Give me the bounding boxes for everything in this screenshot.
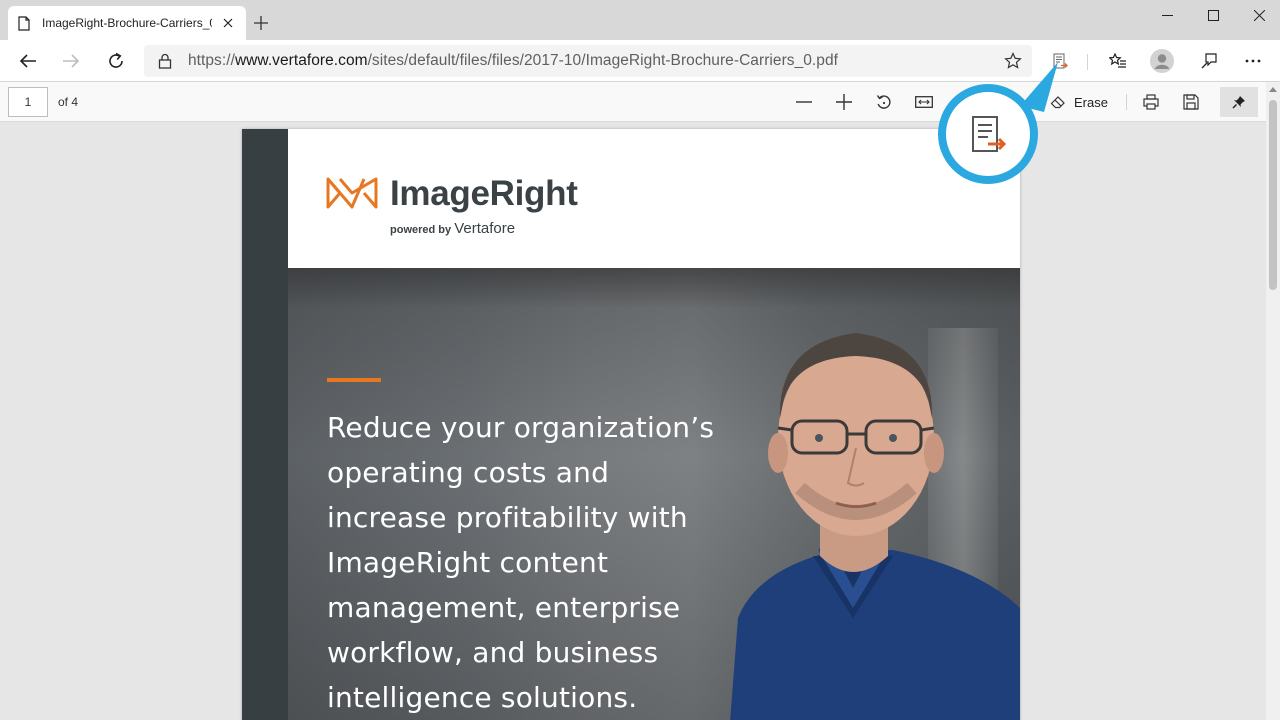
fit-page-icon (915, 96, 933, 108)
save-button[interactable] (1176, 87, 1206, 117)
refresh-button[interactable] (101, 46, 131, 76)
zoom-out-icon (796, 101, 812, 103)
read-aloud-icon (972, 116, 1007, 152)
document-icon (18, 15, 30, 31)
zoom-out-button[interactable] (789, 87, 819, 117)
logo-wordmark: ImageRight (390, 174, 578, 213)
hero-image: Reduce your organization’s operating cost… (288, 268, 1020, 720)
pdf-viewer: ImageRight powered by Vertafore Reduce y… (0, 122, 1266, 720)
zoom-in-icon (836, 94, 852, 110)
logo-header: ImageRight powered by Vertafore (288, 129, 1020, 268)
erase-label: Erase (1074, 94, 1108, 110)
tab-strip: ImageRight-Brochure-Carriers_0.pdf (0, 0, 1280, 40)
address-bar: https://www.vertafore.com/sites/default/… (0, 40, 1280, 82)
forward-arrow-icon (63, 54, 80, 68)
profile-button[interactable] (1147, 46, 1177, 76)
headline-line: increase profitability with (327, 501, 688, 534)
toolbar-divider (1087, 54, 1088, 70)
close-icon[interactable] (220, 15, 236, 31)
url-text: https://www.vertafore.com/sites/default/… (188, 52, 838, 70)
print-icon (1143, 94, 1159, 110)
headline-text: Reduce your organization’s operating cost… (327, 405, 747, 720)
headline-line: ImageRight content (327, 546, 609, 579)
refresh-icon (109, 52, 123, 68)
page-number-input[interactable]: 1 (8, 87, 48, 117)
logo-tagline: powered by Vertafore (390, 220, 515, 237)
minimize-icon (1161, 14, 1173, 16)
browser-tab-active[interactable]: ImageRight-Brochure-Carriers_0.pdf (8, 6, 246, 40)
headline-line: management, enterprise (327, 591, 681, 624)
favorites-button[interactable] (1103, 46, 1133, 76)
lock-icon[interactable] (158, 53, 172, 69)
url-path: /sites/default/files/files/2017-10/Image… (367, 52, 838, 69)
url-prefix: https:// (188, 52, 235, 69)
headline-line: Reduce your organization’s (327, 411, 715, 444)
profile-icon (1150, 49, 1174, 73)
headline-line: operating costs and (327, 456, 610, 489)
feedback-icon (1201, 53, 1217, 69)
maximize-icon (1207, 9, 1219, 21)
scroll-up-arrow-icon[interactable] (1266, 86, 1280, 98)
url-field[interactable]: https://www.vertafore.com/sites/default/… (144, 45, 1032, 77)
minimize-button[interactable] (1144, 0, 1190, 30)
imageright-logo-icon (326, 175, 378, 211)
rotate-button[interactable] (869, 87, 899, 117)
tab-title: ImageRight-Brochure-Carriers_0.pdf (42, 16, 212, 30)
new-tab-button[interactable] (250, 12, 272, 34)
logo-powered-by: powered by (390, 224, 452, 236)
vertical-scrollbar[interactable] (1266, 82, 1280, 720)
pin-icon (1232, 96, 1245, 109)
page-count: of 4 (58, 95, 79, 109)
zoom-in-button[interactable] (829, 87, 859, 117)
forward-button[interactable] (56, 46, 86, 76)
plus-icon (254, 16, 268, 30)
page-sidebar-band (242, 129, 288, 720)
print-button[interactable] (1136, 87, 1166, 117)
fit-page-button[interactable] (909, 87, 939, 117)
rotate-icon (876, 95, 891, 109)
pdf-toolbar: 1 of 4 Erase (0, 82, 1280, 122)
save-icon (1183, 94, 1199, 110)
maximize-button[interactable] (1190, 0, 1236, 30)
scroll-thumb[interactable] (1269, 100, 1277, 290)
pin-toolbar-button[interactable] (1220, 87, 1258, 117)
headline-line: intelligence solutions. (327, 681, 638, 714)
headline-line: workflow, and business (327, 636, 659, 669)
url-host: www.vertafore.com (234, 52, 368, 69)
logo-brand: Vertafore (454, 220, 516, 237)
window-close-icon (1253, 9, 1265, 21)
back-arrow-icon (19, 54, 36, 68)
feedback-button[interactable] (1194, 46, 1224, 76)
more-icon (1245, 59, 1261, 63)
window-close-button[interactable] (1236, 0, 1280, 30)
toolbar-divider (1126, 94, 1127, 110)
back-button[interactable] (13, 46, 43, 76)
favorites-icon (1109, 53, 1126, 68)
more-button[interactable] (1238, 46, 1268, 76)
read-aloud-callout (938, 84, 1038, 184)
headline-accent-bar (327, 378, 381, 382)
pdf-page: ImageRight powered by Vertafore Reduce y… (242, 129, 1020, 720)
